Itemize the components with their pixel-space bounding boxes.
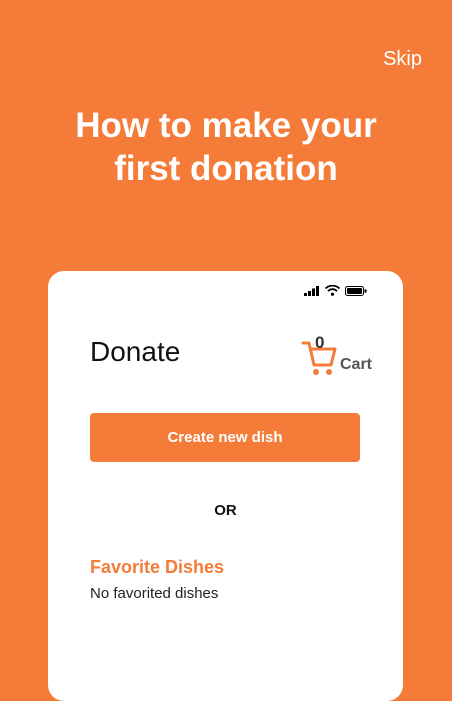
skip-button[interactable]: Skip <box>383 48 422 71</box>
favorite-dishes-heading: Favorite Dishes <box>90 557 225 577</box>
signal-icon <box>304 285 319 296</box>
create-new-dish-button[interactable]: Create new dish <box>90 413 360 462</box>
wifi-icon <box>325 285 340 296</box>
phone-preview: Donate 0 Cart Create new dish OR Favorit… <box>48 271 403 701</box>
or-divider-label: OR <box>214 502 237 519</box>
cart-button[interactable]: 0 Cart <box>301 333 381 377</box>
title-line-2: first donation <box>114 149 338 188</box>
title-line-1: How to make your <box>75 106 377 145</box>
cart-label: Cart <box>340 356 373 373</box>
battery-icon <box>345 285 367 296</box>
status-bar <box>304 285 367 296</box>
favorite-dishes-empty-text: No favorited dishes <box>90 585 219 602</box>
donate-page-title: Donate <box>90 336 181 367</box>
onboarding-title: How to make your first donation <box>0 104 452 190</box>
cart-count-badge: 0 <box>315 333 325 352</box>
